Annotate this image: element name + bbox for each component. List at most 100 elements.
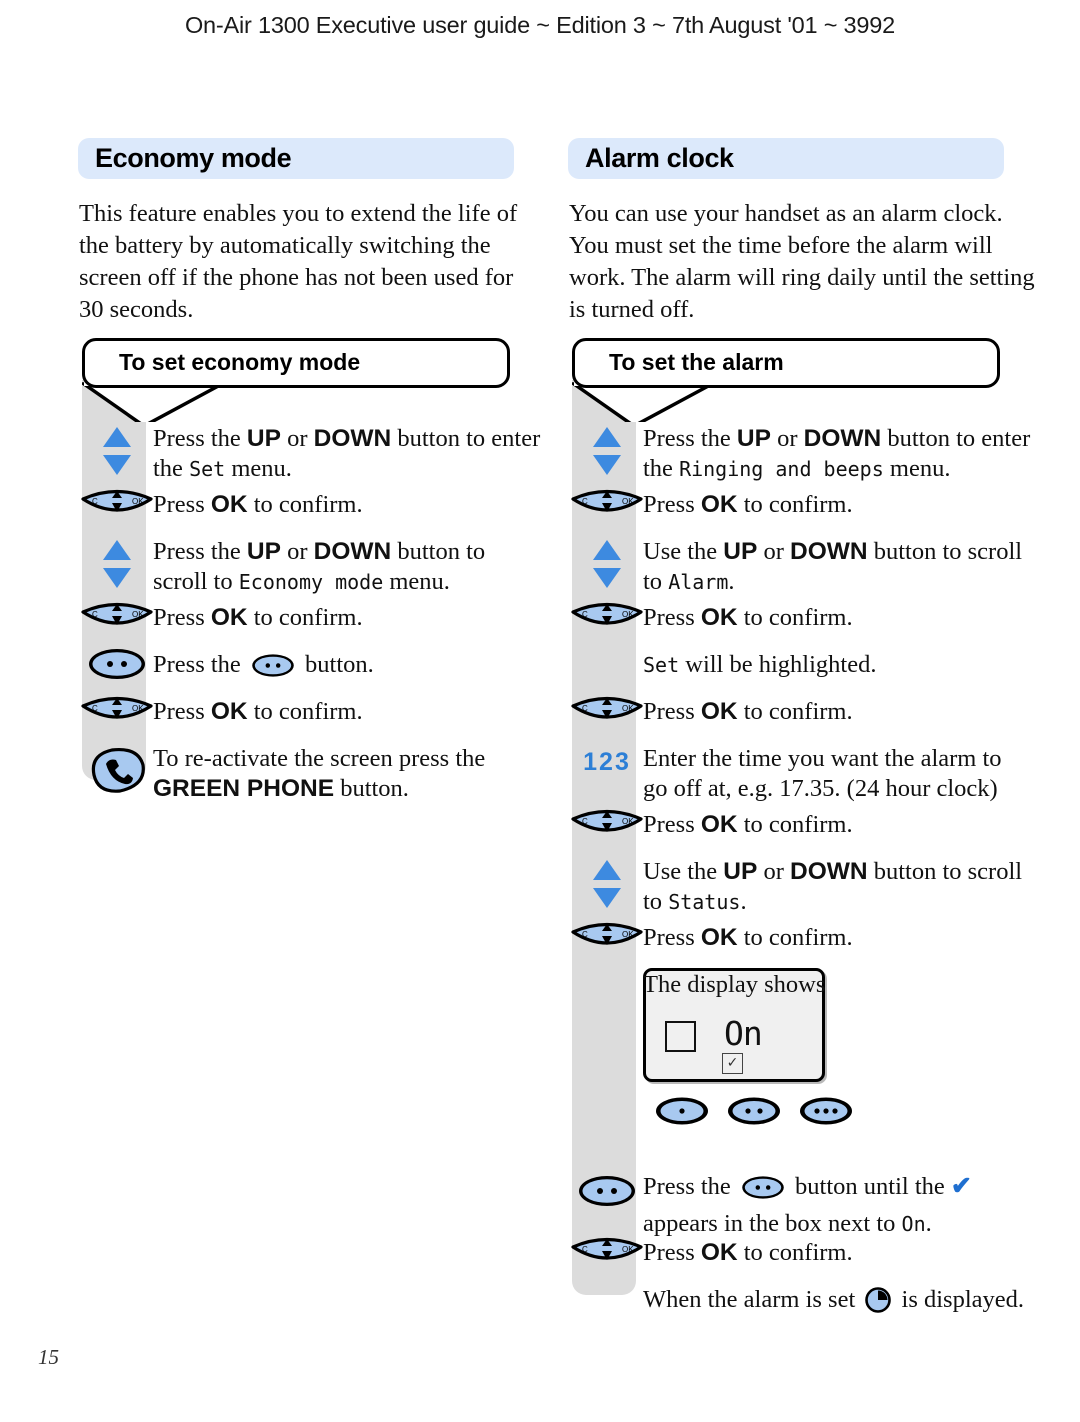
- navigation-key-icon[interactable]: C OK: [570, 599, 644, 638]
- up-down-arrows-icon[interactable]: [100, 538, 134, 590]
- emphasis-text: OK: [700, 604, 738, 631]
- step-icon-slot: C OK: [78, 693, 156, 732]
- lcd-empty-checkbox: [665, 1021, 696, 1052]
- step-icon-slot: [568, 538, 646, 595]
- left-step-list: Press the UP or DOWN button to enter the …: [78, 424, 540, 810]
- body-text: Use the: [643, 538, 724, 565]
- svg-text:C: C: [92, 497, 98, 506]
- svg-text:OK: OK: [622, 610, 634, 619]
- two-dot-button-icon[interactable]: [576, 1173, 638, 1214]
- navigation-key-icon[interactable]: C OK: [570, 693, 644, 732]
- body-text: menu.: [225, 455, 292, 482]
- svg-text:C: C: [582, 930, 588, 939]
- two-dot-button-icon[interactable]: [86, 646, 148, 687]
- navigation-key-icon[interactable]: C OK: [570, 919, 644, 958]
- step-text-line: the Set menu.: [153, 454, 533, 484]
- step-text: Press OK to confirm.: [643, 603, 1023, 633]
- step-text: Use the UP or DOWN button to scroll to Al…: [643, 537, 1023, 597]
- step-text-line: to Alarm.: [643, 567, 1023, 597]
- body-text: Press: [643, 1239, 701, 1266]
- svg-text:C: C: [92, 610, 98, 619]
- menu-name-text: Status: [668, 890, 741, 914]
- body-text: Press: [643, 604, 701, 631]
- step-text-line: Press OK to confirm.: [643, 1238, 1023, 1268]
- step-text-line: Set will be highlighted.: [643, 650, 1023, 680]
- step-text: To re-activate the screen press the GREEN…: [153, 744, 533, 804]
- emphasis-text: OK: [210, 604, 248, 631]
- emphasis-text: DOWN: [803, 425, 882, 452]
- body-text: go off at, e.g. 17.35. (24 hour clock): [643, 775, 998, 802]
- up-down-arrows-icon[interactable]: [590, 538, 624, 590]
- body-text: to confirm.: [737, 924, 853, 951]
- step-text: Set will be highlighted.: [643, 650, 1023, 680]
- right-step-list: Press the UP or DOWN button to enter the …: [568, 424, 1030, 1017]
- intro-line: 30 seconds.: [79, 296, 194, 323]
- svg-text:OK: OK: [132, 497, 144, 506]
- up-down-arrows-icon[interactable]: [100, 425, 134, 477]
- intro-line: screen off if the phone has not been use…: [79, 264, 514, 291]
- emphasis-text: GREEN PHONE: [153, 775, 335, 802]
- section-title-alarm-clock: Alarm clock: [568, 138, 1004, 179]
- step-icon-slot: 123: [568, 748, 646, 777]
- emphasis-text: DOWN: [313, 538, 392, 565]
- body-text: or: [280, 538, 314, 565]
- section-title-text: Alarm clock: [585, 143, 734, 173]
- navigation-key-icon[interactable]: C OK: [80, 486, 154, 525]
- body-text: Press: [643, 811, 701, 838]
- body-text: button to scroll: [867, 858, 1023, 885]
- navigation-key-icon[interactable]: C OK: [570, 486, 644, 525]
- emphasis-text: UP: [246, 425, 281, 452]
- body-text: to confirm.: [737, 1239, 853, 1266]
- one-dot-button-icon[interactable]: [653, 1094, 711, 1133]
- two-dot-button-icon[interactable]: [740, 1174, 786, 1209]
- step-text: Press OK to confirm.: [643, 697, 1023, 727]
- body-text: Press the: [153, 651, 247, 678]
- svg-text:C: C: [582, 817, 588, 826]
- navigation-key-icon[interactable]: C OK: [80, 693, 154, 732]
- up-down-arrows-icon[interactable]: [590, 858, 624, 910]
- three-dot-button-icon[interactable]: [797, 1094, 855, 1133]
- step-text: Press the button.: [153, 650, 533, 687]
- body-text: Press the: [643, 425, 737, 452]
- step-text: Press OK to confirm.: [153, 603, 533, 633]
- two-dot-button-icon[interactable]: [250, 652, 296, 687]
- number-keys-123-icon[interactable]: 123: [583, 748, 631, 776]
- intro-paragraph-alarm: You can use your handset as an alarm clo…: [569, 198, 1035, 326]
- lcd-label-on: On: [724, 1014, 763, 1053]
- body-text: To re-activate the screen press the: [153, 745, 486, 772]
- step-icon-slot: [78, 646, 156, 687]
- menu-name-text: On: [901, 1212, 926, 1236]
- step-text: Press OK to confirm.: [153, 697, 533, 727]
- right-step-list-after-display: Press the button until the ✔ appears in t…: [568, 1172, 1024, 1332]
- svg-text:C: C: [582, 704, 588, 713]
- body-text: to: [643, 888, 669, 915]
- step-icon-slot: C OK: [568, 806, 646, 845]
- intro-line: This feature enables you to extend the l…: [79, 200, 518, 227]
- emphasis-text: OK: [700, 811, 738, 838]
- step-text: Use the UP or DOWN button to scroll to St…: [643, 857, 1023, 917]
- step-text-line: Press the UP or DOWN button to enter: [153, 424, 540, 454]
- navigation-key-icon[interactable]: C OK: [570, 1234, 644, 1273]
- svg-text:OK: OK: [622, 497, 634, 506]
- two-dot-button-icon[interactable]: [725, 1094, 783, 1133]
- emphasis-text: UP: [723, 538, 758, 565]
- svg-text:C: C: [582, 497, 588, 506]
- step-icon-slot: C OK: [568, 486, 646, 525]
- step-text-line: go off at, e.g. 17.35. (24 hour clock): [643, 774, 1023, 804]
- step-text-line: Press the button.: [153, 650, 533, 687]
- navigation-key-icon[interactable]: C OK: [80, 599, 154, 638]
- svg-text:OK: OK: [622, 930, 634, 939]
- navigation-key-icon[interactable]: C OK: [570, 806, 644, 845]
- intro-paragraph-economy: This feature enables you to extend the l…: [79, 198, 519, 326]
- menu-name-text: Economy mode: [238, 570, 384, 594]
- step-icon-slot: [568, 425, 646, 482]
- body-text: Press: [153, 491, 211, 518]
- step-text: Enter the time you want the alarm to go o…: [643, 744, 1023, 804]
- step-icon-slot: C OK: [568, 693, 646, 732]
- body-text: the: [153, 455, 190, 482]
- body-text: to confirm.: [247, 698, 363, 725]
- green-phone-button-icon[interactable]: [86, 745, 148, 800]
- body-text: menu.: [883, 455, 951, 482]
- step-text-line: Press OK to confirm.: [153, 490, 533, 520]
- up-down-arrows-icon[interactable]: [590, 425, 624, 477]
